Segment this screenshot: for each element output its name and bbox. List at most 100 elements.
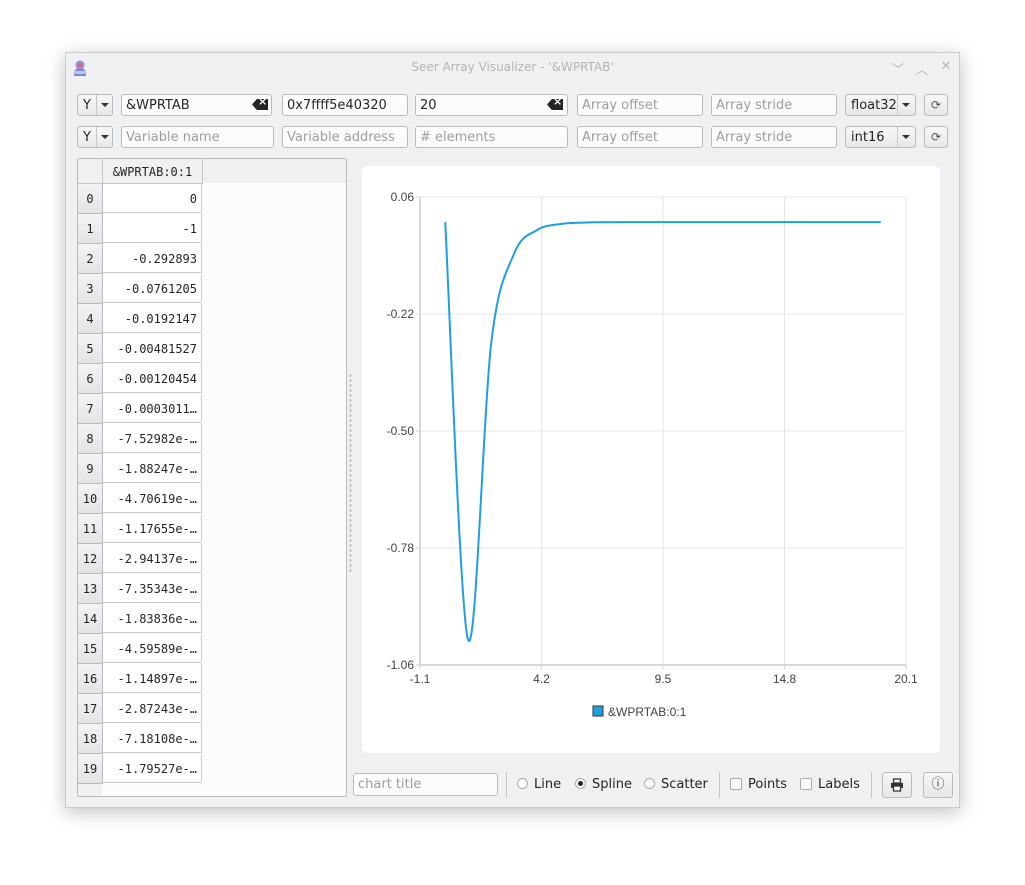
legend-marker <box>592 705 604 717</box>
y-tick-label: -0.50 <box>387 424 415 438</box>
title-bar[interactable]: Seer Array Visualizer - '&WPRTAB' ﹀ ︿ ✕ <box>66 53 959 83</box>
table-cell[interactable]: -1.83836e-… <box>103 604 202 633</box>
dtype-select-row1[interactable]: float32 <box>845 94 916 116</box>
spline-radio[interactable] <box>575 778 586 789</box>
x-tick-label: -1.1 <box>410 672 431 686</box>
chevron-down-icon <box>897 127 915 147</box>
dtype-select-row2[interactable]: int16 <box>845 126 916 148</box>
row-header[interactable]: 3 <box>78 274 103 304</box>
scatter-label[interactable]: Scatter <box>661 777 708 792</box>
row-header[interactable]: 15 <box>78 634 103 664</box>
x-tick-label: 14.8 <box>773 672 797 686</box>
splitter-handle[interactable] <box>349 373 352 573</box>
separator <box>871 772 872 798</box>
table-cell[interactable]: -1.17655e-… <box>103 514 202 543</box>
row-header[interactable]: 10 <box>78 484 103 514</box>
separator <box>719 772 720 798</box>
points-checkbox[interactable] <box>730 778 742 790</box>
row-header[interactable]: 0 <box>78 184 103 214</box>
scatter-radio[interactable] <box>644 778 655 789</box>
table-cell[interactable]: -0.00120454 <box>103 364 202 393</box>
table-cell[interactable]: -0.0761205 <box>103 274 202 303</box>
elements-input-row2[interactable] <box>415 126 568 148</box>
array-offset-input-row1[interactable] <box>577 94 703 116</box>
row-header[interactable]: 2 <box>78 244 103 274</box>
row-header[interactable]: 1 <box>78 214 103 244</box>
table-cell[interactable]: -2.87243e-… <box>103 694 202 723</box>
table-corner-button[interactable] <box>78 159 103 184</box>
refresh-button-row1[interactable]: ⟳ <box>924 94 948 116</box>
labels-label[interactable]: Labels <box>818 777 860 792</box>
chevron-down-icon <box>96 95 112 115</box>
table-cell[interactable]: -1.14897e-… <box>103 664 202 693</box>
row-header[interactable]: 12 <box>78 544 103 574</box>
variable-name-input-row2[interactable] <box>121 126 274 148</box>
array-offset-input-row2[interactable] <box>577 126 703 148</box>
separator <box>506 772 507 798</box>
spline-label[interactable]: Spline <box>592 777 632 792</box>
labels-checkbox[interactable] <box>800 778 812 790</box>
array-stride-input-row2[interactable] <box>711 126 837 148</box>
variable-name-input-row1[interactable] <box>121 94 272 116</box>
y-tick-label: -0.78 <box>387 541 415 555</box>
row-header[interactable]: 8 <box>78 424 103 454</box>
chart-toolbar: Line Spline Scatter Points Labels ⓘ <box>353 772 953 798</box>
column-header[interactable]: &WPRTAB:0:1 <box>103 159 203 184</box>
table-cell[interactable]: -2.94137e-… <box>103 544 202 573</box>
row-header[interactable]: 11 <box>78 514 103 544</box>
maximize-button[interactable]: ︿ <box>913 59 931 78</box>
chevron-down-icon <box>897 95 915 115</box>
array-stride-input-row1[interactable] <box>711 94 837 116</box>
row-header[interactable]: 14 <box>78 604 103 634</box>
row-header[interactable]: 13 <box>78 574 103 604</box>
table-cell[interactable]: 0 <box>103 184 202 213</box>
variable-address-input-row2[interactable] <box>282 126 408 148</box>
line-radio[interactable] <box>517 778 528 789</box>
table-cell[interactable]: -1.88247e-… <box>103 454 202 483</box>
table-cell[interactable]: -0.0192147 <box>103 304 202 333</box>
values-table[interactable]: &WPRTAB:0:1 0 0 1 -1 2 -0.292893 3 -0.0761205 4-… <box>77 158 347 797</box>
row-header[interactable]: 9 <box>78 454 103 484</box>
chart-title-input[interactable] <box>353 773 498 796</box>
row-header[interactable]: 7 <box>78 394 103 424</box>
table-cell[interactable]: -7.52982e-… <box>103 424 202 453</box>
variable-address-input-row1[interactable] <box>282 94 408 116</box>
row-header[interactable]: 5 <box>78 334 103 364</box>
row-header[interactable]: 16 <box>78 664 103 694</box>
header-fill <box>203 159 346 183</box>
table-cell[interactable]: -0.0003011… <box>103 394 202 423</box>
table-bottom-fill <box>78 784 102 796</box>
axis-select-row1[interactable]: Y <box>77 94 113 116</box>
elements-input-row1[interactable] <box>415 94 568 116</box>
refresh-icon: ⟳ <box>930 98 942 112</box>
printer-icon <box>891 778 903 792</box>
window-title: Seer Array Visualizer - '&WPRTAB' <box>411 60 614 74</box>
x-tick-label: 20.1 <box>894 672 918 686</box>
close-button[interactable]: ✕ <box>937 59 955 74</box>
refresh-button-row2[interactable]: ⟳ <box>924 126 948 148</box>
axis-select-row2[interactable]: Y <box>77 126 113 148</box>
table-cell[interactable]: -4.70619e-… <box>103 484 202 513</box>
table-cell[interactable]: -0.292893 <box>103 244 202 273</box>
minimize-button[interactable]: ﹀ <box>889 59 907 78</box>
table-cell[interactable]: -1 <box>103 214 202 243</box>
row-header[interactable]: 6 <box>78 364 103 394</box>
array-visualizer-window: Seer Array Visualizer - '&WPRTAB' ﹀ ︿ ✕ … <box>65 52 960 808</box>
axis-value: Y <box>83 130 91 145</box>
line-label[interactable]: Line <box>534 777 561 792</box>
row-header[interactable]: 19 <box>78 754 103 784</box>
info-button[interactable]: ⓘ <box>923 772 953 798</box>
points-label[interactable]: Points <box>748 777 787 792</box>
table-cell[interactable]: -1.79527e-… <box>103 754 202 783</box>
table-cell[interactable]: -0.00481527 <box>103 334 202 363</box>
print-button[interactable] <box>882 772 912 798</box>
refresh-icon: ⟳ <box>930 130 942 144</box>
row-header[interactable]: 18 <box>78 724 103 754</box>
row-header[interactable]: 17 <box>78 694 103 724</box>
y-tick-label: -0.22 <box>387 307 415 321</box>
table-cell[interactable]: -7.18108e-… <box>103 724 202 753</box>
info-icon: ⓘ <box>931 777 945 792</box>
row-header[interactable]: 4 <box>78 304 103 334</box>
table-cell[interactable]: -4.59589e-… <box>103 634 202 663</box>
table-cell[interactable]: -7.35343e-… <box>103 574 202 603</box>
